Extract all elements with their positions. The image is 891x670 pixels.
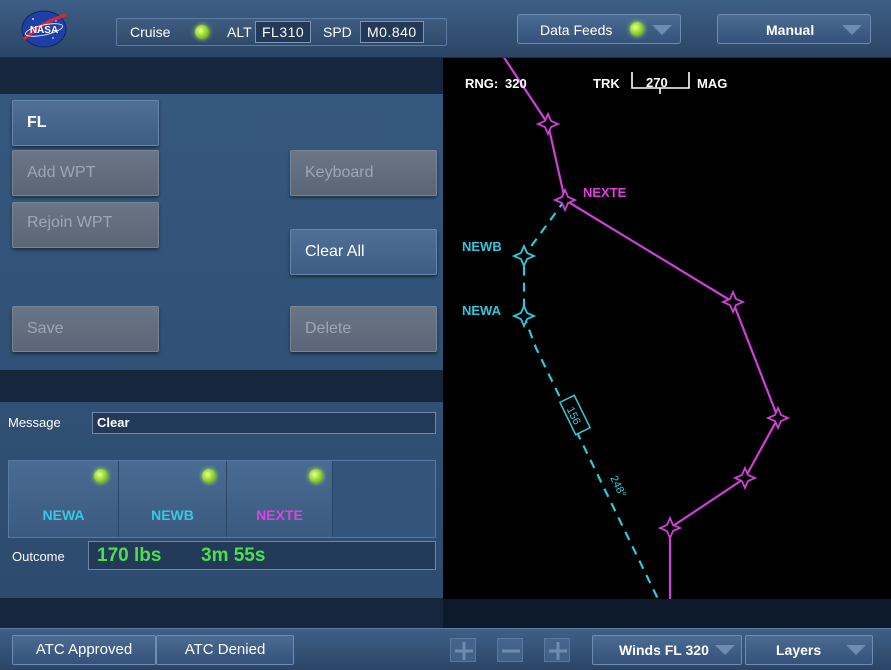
waypoint-card-nexte[interactable]: NEXTE bbox=[227, 461, 333, 537]
add-wpt-button[interactable]: Add WPT bbox=[12, 150, 159, 196]
waypoint-card-label-nexte: NEXTE bbox=[256, 507, 303, 523]
data-feeds-dropdown[interactable]: Data Feeds bbox=[517, 14, 681, 44]
message-row: Message Clear bbox=[8, 412, 436, 436]
zoom-in-icon[interactable] bbox=[544, 638, 570, 662]
waypoint-card-row: NEWA NEWB NEXTE bbox=[8, 460, 436, 538]
chevron-down-icon bbox=[846, 645, 866, 655]
alt-value-field[interactable]: FL310 bbox=[255, 21, 312, 43]
winds-dropdown[interactable]: Winds FL 320 bbox=[592, 635, 742, 665]
cruise-status-indicator-icon bbox=[195, 25, 209, 39]
spd-value-field[interactable]: M0.840 bbox=[360, 21, 424, 43]
waypoint-card-newb[interactable]: NEWB bbox=[119, 461, 227, 537]
bottom-bar: ATC Approved ATC Denied Winds FL 320 Lay… bbox=[0, 628, 891, 670]
newa-waypoint-icon bbox=[511, 303, 537, 329]
atc-approved-button[interactable]: ATC Approved bbox=[12, 635, 156, 665]
message-label: Message bbox=[8, 415, 61, 430]
clear-all-button[interactable]: Clear All bbox=[290, 229, 437, 275]
manual-label: Manual bbox=[766, 22, 815, 38]
waypoint-card-label-newb: NEWB bbox=[151, 507, 194, 523]
data-feeds-label: Data Feeds bbox=[540, 22, 613, 38]
range-label: RNG: bbox=[465, 76, 499, 91]
nexte-status-indicator-icon bbox=[309, 469, 323, 483]
track-label: TRK bbox=[593, 76, 620, 91]
panel-header-strip bbox=[0, 58, 443, 94]
outcome-fuel: 170 lbs bbox=[97, 545, 162, 566]
chevron-down-icon bbox=[652, 25, 672, 35]
outcome-field: 170 lbs 3m 55s bbox=[88, 541, 436, 570]
chevron-down-icon bbox=[842, 25, 862, 35]
outcome-time: 3m 55s bbox=[201, 545, 266, 566]
outcome-row: Outcome 170 lbs 3m 55s bbox=[8, 540, 436, 572]
alt-label: ALT bbox=[227, 24, 252, 40]
track-value[interactable]: 270 bbox=[646, 75, 668, 90]
layers-dropdown[interactable]: Layers bbox=[745, 635, 873, 665]
nasa-logo: NASA bbox=[18, 9, 70, 49]
newa-waypoint-label[interactable]: NEWA bbox=[462, 303, 501, 318]
waypoint-card-newa[interactable]: NEWA bbox=[9, 461, 119, 537]
atc-denied-button[interactable]: ATC Denied bbox=[156, 635, 294, 665]
fl-button[interactable]: FL bbox=[12, 100, 159, 146]
chevron-down-icon bbox=[715, 645, 735, 655]
mode-dropdown[interactable]: Manual bbox=[717, 14, 871, 44]
proposed-route-line bbox=[522, 199, 659, 599]
navigation-display[interactable]: 156 248° RNG: 320 TRK 270 MAG NEXTE NEWB… bbox=[443, 58, 891, 599]
pan-icon[interactable] bbox=[450, 638, 476, 662]
panel-divider-strip bbox=[0, 370, 443, 402]
rejoin-wpt-button[interactable]: Rejoin WPT bbox=[12, 202, 159, 248]
message-field[interactable]: Clear bbox=[92, 412, 436, 434]
keyboard-button[interactable]: Keyboard bbox=[290, 150, 437, 196]
zoom-out-icon[interactable] bbox=[497, 638, 523, 662]
waypoint-star-icon bbox=[765, 405, 791, 431]
waypoint-star-icon bbox=[535, 111, 561, 137]
outcome-label: Outcome bbox=[12, 549, 65, 564]
top-bar: NASA Cruise ALT FL310 SPD M0.840 Data Fe… bbox=[0, 0, 891, 58]
waypoint-card-label-newa: NEWA bbox=[42, 507, 85, 523]
active-route-line bbox=[503, 58, 780, 599]
waypoint-star-icon bbox=[732, 465, 758, 491]
range-value[interactable]: 320 bbox=[505, 76, 527, 91]
waypoint-star-icon bbox=[657, 515, 683, 541]
segment-heading: 248° bbox=[607, 474, 628, 500]
nasa-logo-text: NASA bbox=[30, 25, 58, 36]
save-button[interactable]: Save bbox=[12, 306, 159, 352]
layers-label: Layers bbox=[776, 642, 822, 658]
winds-label: Winds FL 320 bbox=[619, 642, 709, 658]
delete-button[interactable]: Delete bbox=[290, 306, 437, 352]
waypoint-star-icon bbox=[720, 289, 746, 315]
data-feeds-status-indicator-icon bbox=[630, 22, 644, 36]
newb-status-indicator-icon bbox=[202, 469, 216, 483]
spd-label: SPD bbox=[323, 24, 352, 40]
panel-footer-strip bbox=[0, 598, 443, 628]
mag-label: MAG bbox=[697, 76, 728, 91]
segment-distance-box: 156 bbox=[558, 394, 592, 436]
flight-mode-label: Cruise bbox=[130, 24, 171, 40]
flight-status-panel: Cruise ALT FL310 SPD M0.840 bbox=[116, 18, 447, 46]
newb-waypoint-label[interactable]: NEWB bbox=[462, 239, 502, 254]
message-value: Clear bbox=[97, 415, 130, 430]
nexte-waypoint-label[interactable]: NEXTE bbox=[583, 185, 626, 200]
newb-waypoint-icon bbox=[511, 243, 537, 269]
nexte-waypoint-icon bbox=[552, 187, 578, 213]
newa-status-indicator-icon bbox=[94, 469, 108, 483]
